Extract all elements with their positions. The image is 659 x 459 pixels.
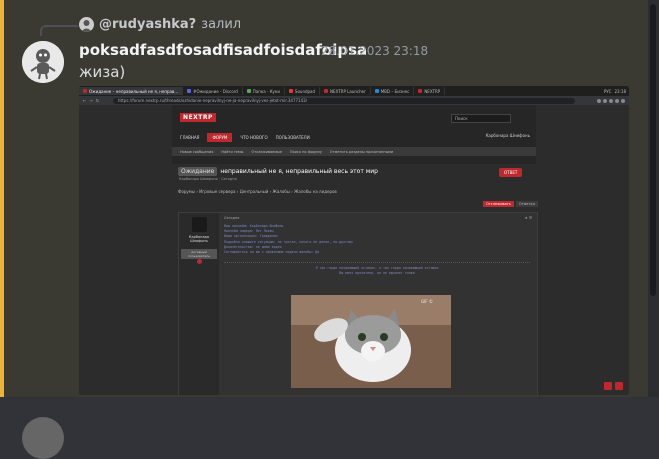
message-timestamp[interactable]: 28.01.2023 23:18 — [321, 44, 428, 58]
browser-toolbar: ← → ↻ https://forum.nextrp.ru/threads/ozhi… — [79, 96, 629, 105]
answer-button: ОТВЕТ — [499, 168, 523, 177]
image-attachment[interactable]: Ожидание – неправильный не я, неправ... … — [79, 86, 629, 395]
forum-search: Поиск — [451, 114, 511, 123]
post-icons: ★ ☰ — [524, 216, 532, 220]
system-clock: РУС 23:18 — [603, 88, 626, 94]
post-badge — [197, 259, 202, 264]
thread-title: Ожидание неправильный не я, неправильный… — [178, 167, 378, 176]
forum-user: Карбонара Шнифонь — [485, 133, 530, 138]
browser-tab: Soundpad — [285, 87, 321, 95]
reply-text[interactable]: залил — [201, 17, 241, 32]
svg-text:GIF ©: GIF © — [421, 299, 433, 304]
corner-buttons — [604, 382, 623, 390]
post-userbar: Карбонара Шнифонь Активный пользователь — [179, 213, 219, 395]
reply-spine — [40, 25, 78, 36]
post-username: Карбонара Шнифонь — [189, 235, 209, 243]
scrollbar-thumb[interactable] — [650, 4, 656, 296]
browser-tab: NEXTRP Launcher — [320, 87, 371, 95]
forum-post: Карбонара Шнифонь Активный пользователь … — [178, 212, 538, 395]
browser-url: https://forum.nextrp.ru/threads/ozhidani… — [113, 97, 575, 104]
forum-subnav: Новые сообщения Найти темы Отслеживаемые… — [172, 147, 536, 156]
post-note: Я так гордо почивающий оставил, я так го… — [315, 266, 439, 275]
mention-bar — [0, 0, 4, 397]
forum-nav: ГЛАВНАЯ ФОРУМ ЧТО НОВОГО ПОЛЬЗОВАТЕЛИ — [180, 133, 310, 142]
browser-tab: Папка - Куки — [243, 87, 285, 95]
reply-avatar[interactable] — [79, 17, 94, 32]
forum-logo: NEXTRP — [180, 113, 216, 122]
reply-author[interactable]: @rudyashka? — [99, 17, 196, 32]
breadcrumb: Форумы › Игровые сервера › Центральный ›… — [178, 189, 337, 194]
reply-preview[interactable]: @rudyashka? залил — [79, 17, 241, 32]
browser-extensions — [575, 98, 629, 103]
browser-tabbar: Ожидание – неправильный не я, неправ... … — [79, 86, 629, 96]
avatar[interactable] — [22, 41, 64, 83]
thread-meta: Карбонара Шнифонь · Сегодня — [179, 177, 237, 181]
browser-nav-icons: ← → ↻ — [83, 98, 100, 103]
browser-tab: Ожидание – неправильный не я, неправ... — [79, 87, 184, 95]
forum-header: NEXTRP Поиск ГЛАВНАЯ ФОРУМ ЧТО НОВОГО ПО… — [172, 105, 536, 164]
post-date: Сегодня — [224, 216, 240, 220]
next-message-avatar[interactable] — [22, 417, 64, 459]
browser-tab: #Ожидание - Discord — [183, 87, 243, 95]
browser-tab: NEXTRP — [414, 87, 446, 95]
forum-page: NEXTRP Поиск ГЛАВНАЯ ФОРУМ ЧТО НОВОГО ПО… — [79, 105, 629, 395]
post-code: Ваш никнейм: Карбонара Шнифонь Никнейм л… — [224, 224, 530, 263]
post-role: Активный пользователь — [181, 249, 217, 259]
browser-tab: MBD – Бизнес — [371, 87, 415, 95]
thread-actions: Отслеживать Отметки — [483, 201, 538, 207]
post-cat-image: GIF © — [291, 295, 451, 388]
post-avatar — [192, 217, 207, 232]
scrollbar[interactable] — [648, 0, 659, 397]
message-content: жиза) — [79, 63, 126, 81]
